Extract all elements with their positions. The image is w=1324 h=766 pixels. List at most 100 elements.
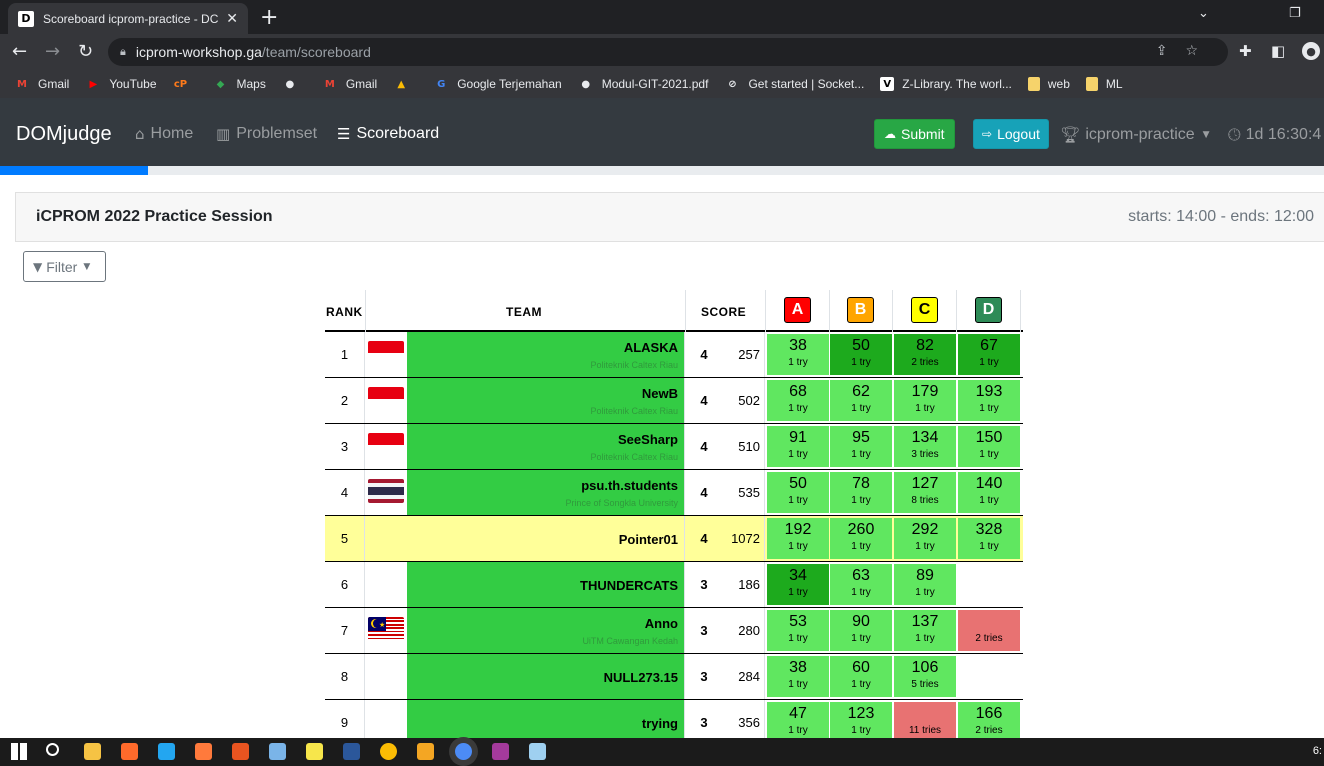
- scoreboard-row[interactable]: 1 ALASKA Politeknik Caltex Riau 4 257 38 1 try…: [325, 332, 1023, 378]
- problem-cell[interactable]: 137 1 try: [894, 610, 956, 651]
- problem-cell[interactable]: 50 1 try: [767, 472, 829, 513]
- bookmark-item[interactable]: M Gmail: [14, 77, 69, 91]
- notepad-icon[interactable]: [529, 743, 546, 760]
- problem-badge-a[interactable]: A: [784, 297, 811, 323]
- extensions-puzzle-icon[interactable]: ✚: [1239, 42, 1252, 60]
- side-panel-icon[interactable]: ◧: [1271, 42, 1285, 60]
- problem-cell[interactable]: 91 1 try: [767, 426, 829, 467]
- scoreboard-row[interactable]: 4 psu.th.students Prince of Songkla Univer…: [325, 470, 1023, 516]
- problem-badge-d[interactable]: D: [975, 297, 1002, 323]
- profile-avatar-icon[interactable]: ●: [1302, 42, 1320, 60]
- problem-cell[interactable]: 127 8 tries: [894, 472, 956, 513]
- bookmark-item[interactable]: cP: [173, 77, 197, 91]
- bookmark-item[interactable]: ML: [1085, 77, 1123, 91]
- brand-logo[interactable]: DOMjudge: [16, 123, 112, 146]
- address-bar[interactable]: 🔒︎ icprom-workshop.ga/team/scoreboard ⇪☆: [108, 38, 1228, 66]
- app-icon[interactable]: [121, 743, 138, 760]
- scoreboard-row[interactable]: 5 Pointer01 4 1072 192 1 try 260 1 try 292 1 try 3…: [325, 516, 1023, 562]
- app-icon[interactable]: [195, 743, 212, 760]
- problem-cell[interactable]: 78 1 try: [830, 472, 892, 513]
- problem-cell[interactable]: 62 1 try: [830, 380, 892, 421]
- problem-cell[interactable]: 90 1 try: [830, 610, 892, 651]
- team-cell[interactable]: psu.th.students Prince of Songkla Univers…: [407, 470, 685, 515]
- team-cell[interactable]: SeeSharp Politeknik Caltex Riau: [407, 424, 685, 469]
- team-cell[interactable]: Anno UiTM Cawangan Kedah: [407, 608, 685, 653]
- problem-cell[interactable]: 63 1 try: [830, 564, 892, 605]
- bookmark-item[interactable]: ▶ YouTube: [85, 77, 156, 91]
- team-cell[interactable]: ALASKA Politeknik Caltex Riau: [407, 332, 685, 377]
- bookmark-item[interactable]: ●: [282, 77, 306, 91]
- problem-cell[interactable]: 67 1 try: [958, 334, 1020, 375]
- problem-cell[interactable]: 2 tries: [958, 610, 1020, 651]
- virtualbox-icon[interactable]: [269, 743, 286, 760]
- problem-cell[interactable]: 106 5 tries: [894, 656, 956, 697]
- ubuntu-icon[interactable]: [232, 743, 249, 760]
- bookmark-item[interactable]: M Gmail: [322, 77, 377, 91]
- problem-badge-c[interactable]: C: [911, 297, 938, 323]
- problem-cell[interactable]: 38 1 try: [767, 334, 829, 375]
- nav-problemset[interactable]: ▥ Problemset: [216, 125, 317, 143]
- bookmark-item[interactable]: G Google Terjemahan: [433, 77, 562, 91]
- problem-cell[interactable]: 53 1 try: [767, 610, 829, 651]
- scoreboard-row[interactable]: 7 ★ Anno UiTM Cawangan Kedah 3 280 53 1 try 90 1 …: [325, 608, 1023, 654]
- git-icon[interactable]: [417, 743, 434, 760]
- bookmark-item[interactable]: V Z-Library. The worl...: [880, 77, 1012, 91]
- problem-cell[interactable]: 134 3 tries: [894, 426, 956, 467]
- chrome-icon[interactable]: [380, 743, 397, 760]
- problem-cell[interactable]: 89 1 try: [894, 564, 956, 605]
- problem-cell[interactable]: 50 1 try: [830, 334, 892, 375]
- problem-cell[interactable]: 150 1 try: [958, 426, 1020, 467]
- bookmark-item[interactable]: ● Modul-GIT-2021.pdf: [578, 77, 708, 91]
- problem-cell[interactable]: 11 tries: [894, 702, 956, 743]
- search-icon[interactable]: [46, 743, 59, 756]
- forward-arrow-icon[interactable]: →: [45, 41, 60, 62]
- scoreboard-row[interactable]: 2 NewB Politeknik Caltex Riau 4 502 68 1 try 62…: [325, 378, 1023, 424]
- bookmark-item[interactable]: ◆ Maps: [213, 77, 266, 91]
- close-tab-icon[interactable]: ✕: [226, 10, 238, 27]
- problem-cell[interactable]: 260 1 try: [830, 518, 892, 559]
- team-cell[interactable]: NULL273.15: [407, 654, 685, 699]
- team-cell[interactable]: NewB Politeknik Caltex Riau: [407, 378, 685, 423]
- problem-cell[interactable]: 328 1 try: [958, 518, 1020, 559]
- problem-cell[interactable]: 95 1 try: [830, 426, 892, 467]
- sticky-notes-icon[interactable]: [306, 743, 323, 760]
- team-dropdown[interactable]: 🏆︎ icprom-practice ▼: [1060, 125, 1210, 144]
- problem-cell[interactable]: 140 1 try: [958, 472, 1020, 513]
- word-icon[interactable]: [343, 743, 360, 760]
- back-arrow-icon[interactable]: ←: [12, 41, 27, 62]
- team-cell[interactable]: Pointer01: [407, 516, 685, 561]
- share-star-icons[interactable]: ⇪☆: [1156, 43, 1216, 59]
- bookmark-item[interactable]: web: [1027, 77, 1070, 91]
- problem-cell[interactable]: 82 2 tries: [894, 334, 956, 375]
- scoreboard-row[interactable]: 6 THUNDERCATS 3 186 34 1 try 63 1 try 89 1 try: [325, 562, 1023, 608]
- vscode-icon[interactable]: [158, 743, 175, 760]
- submit-button[interactable]: ☁ Submit: [874, 119, 955, 149]
- problem-cell[interactable]: 68 1 try: [767, 380, 829, 421]
- problem-cell[interactable]: 166 2 tries: [958, 702, 1020, 743]
- bookmark-item[interactable]: ▲: [393, 77, 417, 91]
- nav-home[interactable]: ⌂ Home: [135, 125, 193, 143]
- team-cell[interactable]: THUNDERCATS: [407, 562, 685, 607]
- problem-cell[interactable]: 60 1 try: [830, 656, 892, 697]
- problem-badge-b[interactable]: B: [847, 297, 874, 323]
- chrome-icon[interactable]: [455, 743, 472, 760]
- problem-cell[interactable]: 179 1 try: [894, 380, 956, 421]
- browser-tab[interactable]: D Scoreboard icprom-practice - DC ✕: [8, 3, 248, 34]
- score-header[interactable]: SCORE: [701, 305, 746, 319]
- winrar-icon[interactable]: [492, 743, 509, 760]
- new-tab-icon[interactable]: +: [260, 5, 278, 30]
- filter-button[interactable]: ▼ Filter ▼: [23, 251, 106, 282]
- bookmark-item[interactable]: ⊘ Get started | Socket...: [724, 77, 864, 91]
- problem-cell[interactable]: 38 1 try: [767, 656, 829, 697]
- nav-scoreboard[interactable]: ☰ Scoreboard: [337, 125, 439, 143]
- problem-cell[interactable]: 193 1 try: [958, 380, 1020, 421]
- restore-window-icon[interactable]: ❐: [1289, 6, 1301, 21]
- scoreboard-row[interactable]: 8 NULL273.15 3 284 38 1 try 60 1 try 106 5 tries: [325, 654, 1023, 700]
- reload-icon[interactable]: ↻: [78, 41, 93, 62]
- chevron-down-icon[interactable]: ⌄: [1198, 6, 1209, 21]
- problem-cell[interactable]: 192 1 try: [767, 518, 829, 559]
- scoreboard-row[interactable]: 3 SeeSharp Politeknik Caltex Riau 4 510 91 1 t…: [325, 424, 1023, 470]
- problem-cell[interactable]: 123 1 try: [830, 702, 892, 743]
- logout-button[interactable]: ⇨ Logout: [973, 119, 1049, 149]
- windows-start-icon[interactable]: [11, 743, 28, 760]
